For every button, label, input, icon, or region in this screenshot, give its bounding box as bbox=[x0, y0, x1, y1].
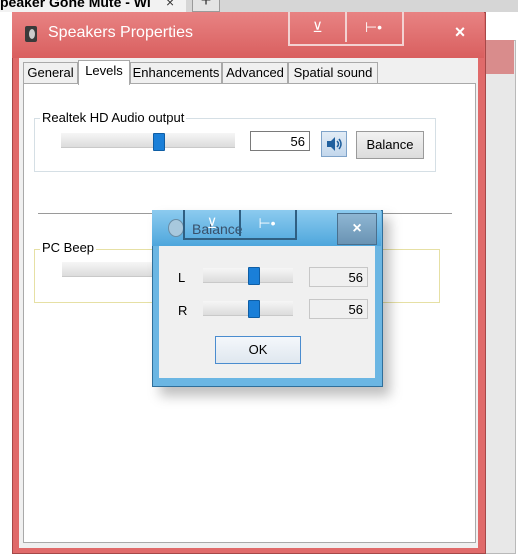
realtek-volume-slider-thumb[interactable] bbox=[153, 133, 166, 151]
speaker-icon bbox=[25, 26, 37, 42]
browser-tab[interactable]: peaker Gone Mute - Wi × bbox=[0, 0, 186, 12]
tab-levels[interactable]: Levels bbox=[78, 60, 130, 85]
balance-titlebar-control-group: ⊻ ⊢• bbox=[183, 210, 297, 240]
tab-general[interactable]: General bbox=[23, 62, 78, 83]
collapse-icon[interactable]: ⊻ bbox=[290, 12, 347, 42]
left-channel-label: L bbox=[178, 270, 186, 285]
right-channel-label: R bbox=[178, 303, 188, 318]
mute-toggle-button[interactable] bbox=[321, 131, 347, 157]
new-tab-button[interactable]: + bbox=[192, 0, 220, 12]
left-channel-slider-thumb[interactable] bbox=[248, 267, 261, 285]
close-button[interactable]: × bbox=[438, 18, 482, 46]
left-channel-value-field[interactable]: 56 bbox=[309, 267, 368, 287]
device-label-realtek: Realtek HD Audio output bbox=[40, 110, 187, 125]
tab-spatial-sound[interactable]: Spatial sound bbox=[288, 62, 378, 83]
tab-enhancements[interactable]: Enhancements bbox=[130, 62, 222, 83]
realtek-volume-slider-track[interactable] bbox=[61, 133, 235, 148]
device-label-pc-beep: PC Beep bbox=[40, 240, 97, 255]
speaker-icon bbox=[327, 137, 342, 151]
tab-advanced[interactable]: Advanced bbox=[222, 62, 288, 83]
speaker-icon bbox=[168, 219, 184, 237]
balance-button[interactable]: Balance bbox=[356, 131, 424, 159]
browser-tab-close-icon[interactable]: × bbox=[166, 0, 174, 10]
right-channel-value-field[interactable]: 56 bbox=[309, 299, 368, 319]
browser-tab-title: peaker Gone Mute - Wi bbox=[0, 0, 151, 10]
pin-icon[interactable]: ⊢• bbox=[240, 210, 294, 236]
titlebar-control-group: ⊻ ⊢• bbox=[288, 12, 404, 46]
pin-icon[interactable]: ⊢• bbox=[346, 12, 401, 42]
realtek-volume-value-field[interactable]: 56 bbox=[250, 131, 310, 151]
window-title: Speakers Properties bbox=[48, 24, 193, 41]
balance-close-button[interactable]: × bbox=[337, 213, 377, 245]
pc-beep-volume-slider-track[interactable] bbox=[62, 262, 152, 277]
collapse-icon[interactable]: ⊻ bbox=[185, 210, 241, 236]
right-channel-slider-thumb[interactable] bbox=[248, 300, 261, 318]
ok-button[interactable]: OK bbox=[215, 336, 301, 364]
